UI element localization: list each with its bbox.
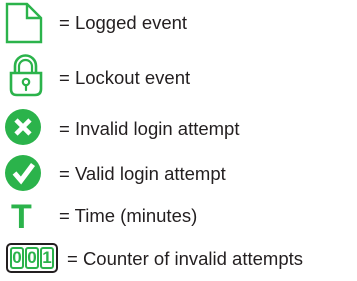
counter-digit-1: 0 [25, 247, 39, 269]
counter-frame: 0 0 1 [6, 243, 58, 273]
legend-item-valid-login: = Valid login attempt [0, 152, 357, 194]
t-letter-glyph: T [11, 198, 32, 236]
legend-label-time: = Time (minutes) [59, 205, 198, 226]
legend-label-valid-login: = Valid login attempt [59, 163, 226, 184]
t-letter-icon: T [4, 196, 54, 238]
padlock-icon [4, 54, 54, 97]
counter-digit-1-text: 0 [27, 248, 37, 267]
counter-digit-2: 1 [40, 247, 54, 269]
check-circle-icon [4, 152, 54, 194]
legend-label-counter: = Counter of invalid attempts [67, 248, 304, 269]
legend-item-logged-event: = Logged event [0, 2, 357, 44]
legend-label-invalid-login: = Invalid login attempt [59, 118, 240, 139]
legend-item-time: T = Time (minutes) [0, 196, 357, 238]
legend-label-lockout-event: = Lockout event [59, 67, 191, 88]
counter-digit-2-text: 1 [42, 248, 52, 267]
legend-label-logged-event: = Logged event [59, 12, 188, 33]
legend-item-lockout-event: = Lockout event [0, 54, 357, 97]
counter-digit-0: 0 [10, 247, 24, 269]
document-icon [4, 2, 54, 44]
legend-item-counter: 0 0 1 = Counter of invalid attempts [0, 238, 357, 280]
x-circle-icon [4, 106, 54, 148]
counter-icon: 0 0 1 [2, 238, 64, 280]
counter-digit-0-text: 0 [12, 248, 22, 267]
legend-item-invalid-login: = Invalid login attempt [0, 106, 357, 148]
